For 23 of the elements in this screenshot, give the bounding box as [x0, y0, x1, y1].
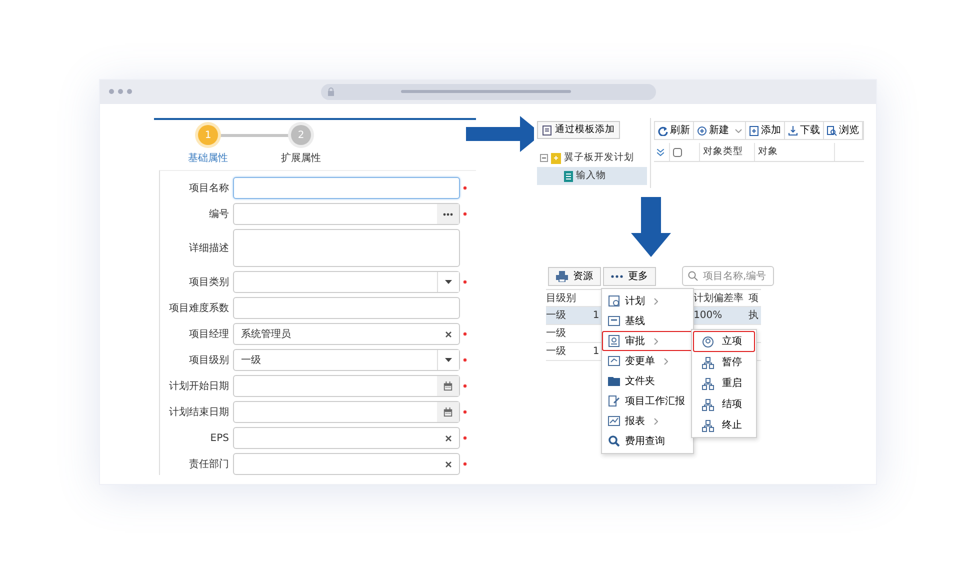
field-label: 计划结束日期 [168, 406, 230, 420]
column-header: 对象 [755, 143, 835, 161]
field-label: 编号 [208, 208, 230, 222]
table-cell-text: 一级 [546, 327, 566, 341]
field-label: 项目名称 [188, 182, 230, 196]
column-header: 对象类型 [700, 143, 755, 161]
field-label: 详细描述 [188, 242, 230, 256]
table-cell-text: 一级 [546, 309, 566, 323]
table-cell-text: 100% [694, 309, 722, 323]
table-cell-text: 1 [592, 309, 600, 323]
field-label: 项目经理 [188, 328, 230, 342]
column-header: 计划偏差率 [694, 292, 744, 306]
column-header: 项 [748, 292, 758, 306]
field-label: 项目难度系数 [168, 302, 230, 316]
table-cell-text: 一级 [546, 345, 566, 359]
field-label: 责任部门 [188, 458, 230, 472]
table-cell-text: 1 [592, 345, 600, 359]
field-label: EPS [209, 432, 230, 446]
table-cell-text: 执 [748, 308, 758, 323]
field-label: 项目类别 [188, 276, 230, 290]
column-header: 目级别 [546, 292, 576, 306]
field-label: 项目级别 [188, 354, 230, 368]
field-label: 计划开始日期 [168, 380, 230, 394]
